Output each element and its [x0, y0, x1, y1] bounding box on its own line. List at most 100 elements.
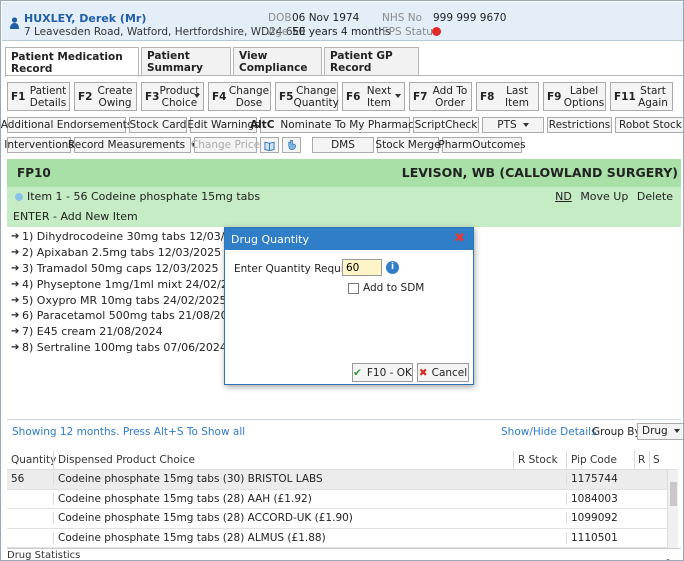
delete-link[interactable]: Delete [637, 190, 673, 203]
table-row[interactable]: Codeine phosphate 15mg tabs (28) ACCORD-… [7, 509, 677, 529]
f6-next-item-button[interactable]: F6 Next Item [342, 82, 405, 111]
cancel-button[interactable]: ✖ Cancel [417, 363, 469, 382]
column-header-r[interactable]: R [634, 451, 649, 469]
fkey-label: Label Options [563, 84, 605, 109]
add-to-sdm-checkbox[interactable] [348, 283, 359, 294]
fkey-code: F8 [480, 90, 495, 103]
action-row-1: Additional Endorsements Stock Card Edit … [1, 117, 683, 133]
action-row-2: Interventions Record Measurements Change… [4, 137, 526, 153]
list-item[interactable]: ➔ 1) Dihydrocodeine 30mg tabs 12/03/2025 [11, 229, 252, 245]
dms-button[interactable]: DMS [312, 137, 374, 153]
record-measurements-dropdown[interactable]: Record Measurements [68, 137, 198, 153]
show-all-link[interactable]: Showing 12 months. Press Alt+S To Show a… [12, 426, 245, 438]
column-header-product[interactable]: Dispensed Product Choice [53, 451, 513, 469]
column-header-rstock[interactable]: R Stock [513, 451, 566, 469]
group-by-select[interactable]: Drug [637, 423, 683, 440]
drug-quantity-dialog: Drug Quantity ✖ Enter Quantity Required … [224, 227, 474, 385]
fkey-code: F2 [78, 90, 93, 103]
list-item[interactable]: ➔ 8) Sertraline 100mg tabs 07/06/2024 [11, 340, 252, 356]
list-item[interactable]: ➔ 7) E45 cream 21/08/2024 [11, 324, 252, 340]
button-label: Restrictions [548, 119, 611, 131]
table-scrollbar[interactable] [667, 470, 678, 548]
f7-add-to-order-button[interactable]: F7 Add To Order [409, 82, 472, 111]
tab-patient-medication-record[interactable]: Patient Medication Record [5, 47, 139, 77]
list-item[interactable]: ➔ 3) Tramadol 50mg caps 12/03/2025 [11, 261, 252, 277]
nd-link[interactable]: ND [555, 190, 572, 203]
pts-dropdown[interactable]: PTS [482, 117, 544, 133]
fkey-code: F4 [212, 90, 227, 103]
f3-product-choice-button[interactable]: F3 Product Choice [141, 82, 204, 111]
table-header: Quantity Dispensed Product Choice R Stoc… [7, 451, 677, 470]
add-new-item-row[interactable]: ENTER - Add New Item [7, 207, 681, 227]
list-item[interactable]: ➔ 6) Paracetamol 500mg tabs 21/08/2024 [11, 308, 252, 324]
chevron-up-icon[interactable]: ︿ [663, 550, 673, 560]
tab-bar: Patient Medication Record Patient Summar… [5, 47, 421, 77]
table-row[interactable]: Codeine phosphate 15mg tabs (28) AAH (£1… [7, 490, 677, 509]
dob-label: DOB [268, 12, 292, 24]
f11-start-again-button[interactable]: F11 Start Again [610, 82, 673, 111]
fkey-label: Product Choice [159, 84, 200, 109]
scrollbar-thumb[interactable] [670, 482, 677, 506]
quantity-input[interactable] [342, 259, 382, 276]
additional-endorsements-button[interactable]: Additional Endorsements [1, 117, 132, 133]
button-label: ScriptCheck [414, 119, 478, 131]
f5-change-quantity-button[interactable]: F5 Change Quantity [275, 82, 339, 111]
fkey-code: F3 [145, 90, 160, 103]
robot-stock-button[interactable]: Robot Stock E [615, 117, 683, 133]
column-header-s[interactable]: S [649, 451, 664, 469]
book-icon-button[interactable] [260, 137, 279, 153]
restrictions-button[interactable]: Restrictions [547, 117, 612, 133]
nominate-pharmacy-button[interactable]: AltC Nominate To My Pharmacy [250, 117, 420, 133]
f4-change-dose-button[interactable]: F4 Change Dose [208, 82, 271, 111]
scriptcheck-button[interactable]: ScriptCheck [413, 117, 479, 133]
pharmoutcomes-button[interactable]: PharmOutcomes [438, 137, 526, 153]
arrow-right-icon: ➔ [11, 294, 20, 306]
dialog-title: Drug Quantity [231, 233, 309, 246]
item-actions: ND Move Up Delete [550, 190, 673, 203]
f1-patient-details-button[interactable]: F1 Patient Details [7, 82, 70, 111]
tab-label: View Compliance [239, 49, 308, 74]
button-label: DMS [331, 139, 355, 151]
edit-warnings-button[interactable]: Edit Warnings [187, 117, 260, 133]
interventions-button[interactable]: Interventions [4, 137, 74, 153]
pmr-window: HUXLEY, Derek (Mr) 7 Leavesden Road, Wat… [0, 0, 684, 561]
tab-patient-gp-record[interactable]: Patient GP Record [324, 47, 419, 75]
table-row[interactable]: Codeine phosphate 15mg tabs (28) ALMUS (… [7, 529, 677, 548]
info-icon[interactable]: i [386, 261, 399, 274]
f8-last-item-button[interactable]: F8 Last Item [476, 82, 539, 111]
tab-patient-summary[interactable]: Patient Summary [141, 47, 231, 75]
cell-product: Codeine phosphate 15mg tabs (30) BRISTOL… [53, 473, 513, 486]
arrow-right-icon: ➔ [11, 247, 20, 259]
f2-create-owing-button[interactable]: F2 Create Owing [74, 82, 137, 111]
ok-button[interactable]: ✔ F10 - OK [352, 363, 413, 382]
history-item-label: 3) Tramadol 50mg caps 12/03/2025 [22, 261, 219, 275]
move-up-link[interactable]: Move Up [580, 190, 628, 203]
column-header-quantity[interactable]: Quantity [7, 451, 56, 469]
stock-card-button[interactable]: Stock Card [129, 117, 187, 133]
hand-icon-button[interactable] [282, 137, 301, 153]
prescription-item-row[interactable]: Item 1 - 56 Codeine phosphate 15mg tabs … [7, 187, 681, 207]
arrow-right-icon: ➔ [11, 326, 20, 338]
close-icon[interactable]: ✖ [454, 231, 465, 246]
f9-label-options-button[interactable]: F9 Label Options [543, 82, 606, 111]
list-item[interactable]: ➔ 4) Physeptone 1mg/1ml mixt 24/02/2025 [11, 276, 252, 292]
patient-name[interactable]: HUXLEY, Derek (Mr) [24, 12, 146, 25]
tab-label: Patient GP Record [330, 49, 393, 74]
cell-product: Codeine phosphate 15mg tabs (28) ACCORD-… [53, 512, 513, 525]
change-price-button[interactable]: Change Price [191, 137, 260, 153]
list-item[interactable]: ➔ 2) Apixaban 2.5mg tabs 12/03/2025 [11, 245, 252, 261]
button-label: Stock Merge [375, 139, 441, 151]
checkmark-icon: ✔ [353, 366, 362, 379]
history-item-label: 4) Physeptone 1mg/1ml mixt 24/02/2025 [22, 277, 249, 291]
chevron-down-icon [674, 429, 680, 433]
column-header-pip[interactable]: Pip Code [566, 451, 634, 469]
shortcut-label: AltC [249, 119, 275, 131]
tab-view-compliance[interactable]: View Compliance [233, 47, 322, 75]
cell-pip: 1084003 [566, 492, 634, 505]
stock-merge-button[interactable]: Stock Merge [375, 137, 441, 153]
show-hide-details-link[interactable]: Show/Hide Details [501, 426, 597, 438]
table-row[interactable]: 56 Codeine phosphate 15mg tabs (30) BRIS… [7, 470, 677, 490]
list-item[interactable]: ➔ 5) Oxypro MR 10mg tabs 24/02/2025 [11, 292, 252, 308]
fkey-label: Change Dose [228, 84, 270, 109]
drug-statistics-panel[interactable]: Drug Statistics ︿ [7, 548, 681, 560]
